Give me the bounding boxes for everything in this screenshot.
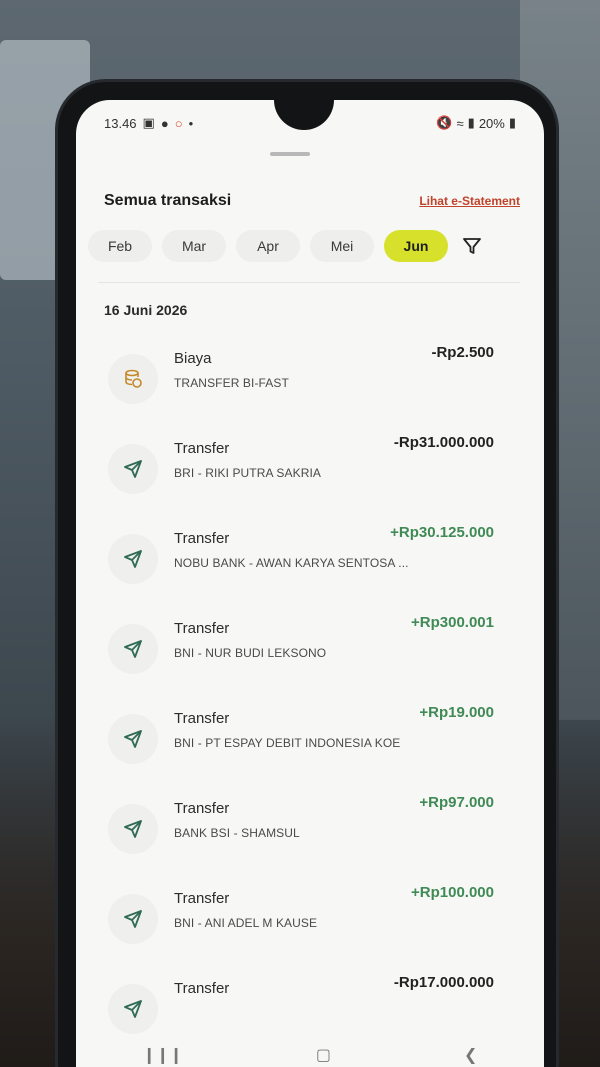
date-group-header: 16 Juni 2026 [104, 302, 188, 318]
sheet-drag-handle[interactable] [270, 152, 310, 156]
send-icon [108, 444, 158, 494]
transaction-row[interactable]: Transfer BNI - ANI ADEL M KAUSE +Rp100.0… [76, 880, 544, 970]
transaction-description: BNI - PT ESPAY DEBIT INDONESIA KOE [174, 736, 401, 750]
month-chip-feb[interactable]: Feb [88, 230, 152, 262]
transaction-label: Transfer [174, 890, 230, 907]
transaction-description: BRI - RIKI PUTRA SAKRIA [174, 466, 321, 480]
month-chip-apr[interactable]: Apr [236, 230, 300, 262]
recent-apps-icon[interactable]: ❙❙❙ [143, 1045, 183, 1065]
month-chip-mar[interactable]: Mar [162, 230, 226, 262]
transaction-description: BANK BSI - SHAMSUL [174, 826, 300, 840]
transaction-amount: +Rp30.125.000 [390, 524, 494, 541]
send-icon [108, 624, 158, 674]
more-notifications-icon: • [188, 115, 194, 131]
filter-icon[interactable] [460, 234, 484, 258]
transaction-amount: -Rp2.500 [431, 344, 494, 361]
month-chip-jun[interactable]: Jun [384, 230, 448, 262]
send-icon [108, 894, 158, 944]
send-icon [108, 984, 158, 1034]
mute-icon: 🔇 [436, 115, 453, 130]
transaction-description: BNI - ANI ADEL M KAUSE [174, 916, 318, 930]
gallery-notification-icon: ▣ [142, 115, 155, 130]
transaction-label: Transfer [174, 620, 230, 637]
transaction-amount: +Rp97.000 [419, 794, 494, 811]
transaction-row[interactable]: Transfer BANK BSI - SHAMSUL +Rp97.000 [76, 790, 544, 880]
transaction-label: Transfer [174, 980, 230, 997]
transaction-amount: +Rp19.000 [419, 704, 494, 721]
send-icon [108, 714, 158, 764]
transaction-label: Transfer [174, 710, 230, 727]
transaction-row[interactable]: Transfer BNI - PT ESPAY DEBIT INDONESIA … [76, 700, 544, 790]
fee-coins-icon [108, 354, 158, 404]
transaction-label: Transfer [174, 530, 230, 547]
phone-screen: 13.46 ▣ ● ○ • 🔇 ≈ ▮ 20% ▮ Semua transaks… [76, 100, 544, 1067]
transaction-label: Transfer [174, 440, 230, 457]
month-filter-bar: Feb Mar Apr Mei Jun [88, 228, 528, 264]
send-icon [108, 534, 158, 584]
page-title: Semua transaksi [104, 192, 232, 209]
transaction-amount: +Rp100.000 [411, 884, 494, 901]
transaction-row[interactable]: Biaya TRANSFER BI-FAST -Rp2.500 [76, 340, 544, 430]
system-nav-bar: ❙❙❙ ▢ ❮ [76, 1042, 544, 1067]
transaction-list: Biaya TRANSFER BI-FAST -Rp2.500 Transfer… [76, 340, 544, 1060]
transaction-amount: +Rp300.001 [411, 614, 494, 631]
circle-notification-icon: ○ [174, 115, 183, 131]
chat-notification-icon: ● [160, 115, 169, 131]
back-icon[interactable]: ❮ [464, 1045, 477, 1065]
transaction-label: Biaya [174, 350, 212, 367]
status-bar: 13.46 ▣ ● ○ • 🔇 ≈ ▮ 20% ▮ [104, 114, 516, 132]
transaction-row[interactable]: Transfer NOBU BANK - AWAN KARYA SENTOSA … [76, 520, 544, 610]
transaction-row[interactable]: Transfer BNI - NUR BUDI LEKSONO +Rp300.0… [76, 610, 544, 700]
status-time: 13.46 [104, 115, 137, 131]
send-icon [108, 804, 158, 854]
wifi-icon: ≈ [456, 115, 464, 131]
transaction-description: BNI - NUR BUDI LEKSONO [174, 646, 327, 660]
transaction-amount: -Rp17.000.000 [393, 974, 494, 991]
signal-icon: ▮ [467, 115, 475, 130]
transaction-row[interactable]: Transfer BRI - RIKI PUTRA SAKRIA -Rp31.0… [76, 430, 544, 520]
battery-percent: 20% [478, 115, 505, 131]
transaction-description: TRANSFER BI-FAST [174, 376, 289, 390]
sheet-header: Semua transaksi Lihat e-Statement [104, 192, 520, 210]
transaction-label: Transfer [174, 800, 230, 817]
transaction-amount: -Rp31.000.000 [393, 434, 494, 451]
header-divider [98, 282, 520, 283]
estatement-link[interactable]: Lihat e-Statement [419, 194, 520, 208]
transaction-description: NOBU BANK - AWAN KARYA SENTOSA ... [174, 556, 409, 570]
home-icon[interactable]: ▢ [316, 1045, 331, 1065]
battery-icon: ▮ [508, 115, 516, 130]
month-chip-mei[interactable]: Mei [310, 230, 374, 262]
